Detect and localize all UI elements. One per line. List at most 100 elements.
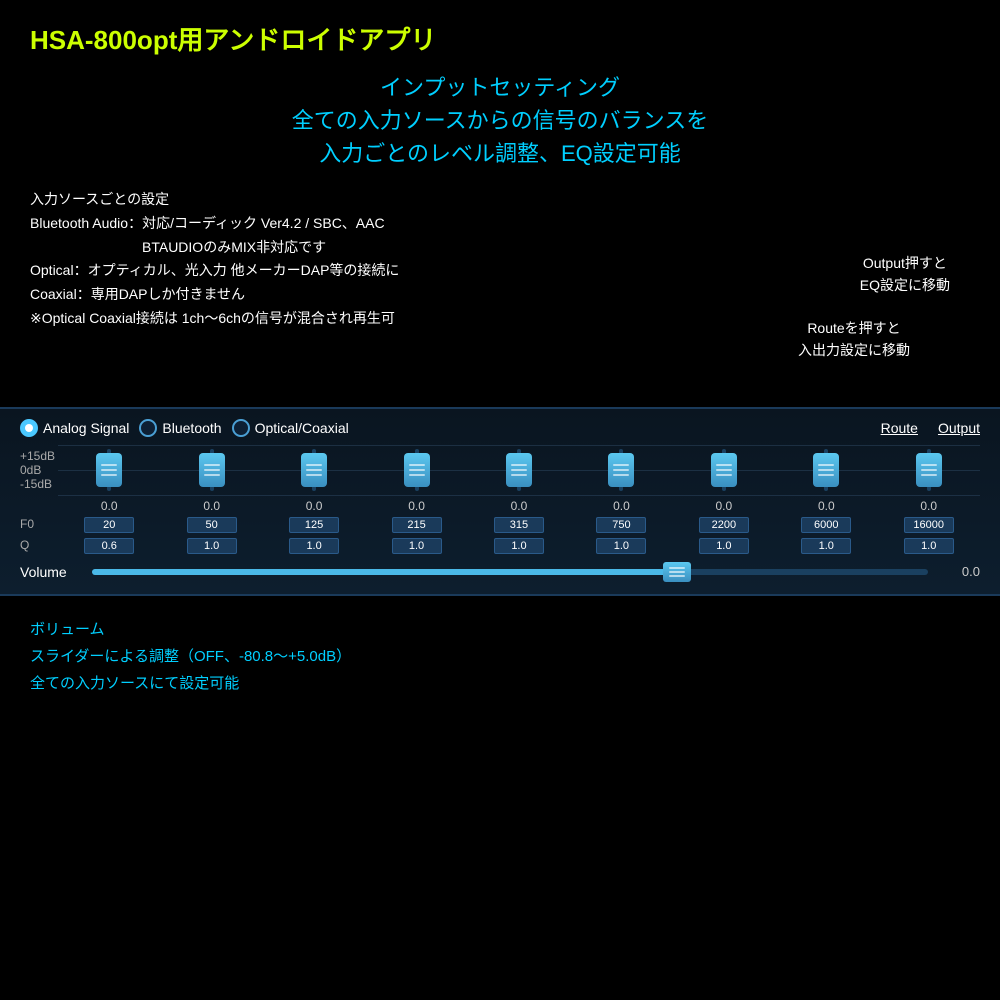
thumb-line [511, 474, 527, 476]
thumb-line [409, 469, 425, 471]
thumb-line [204, 469, 220, 471]
freq-row-label: F0 [20, 517, 58, 531]
slider-track-6 [619, 449, 623, 491]
radio-bluetooth[interactable]: Bluetooth [139, 419, 221, 437]
subtitle-line1: インプットセッティング [30, 71, 970, 104]
footer-line3: 全ての入力ソースにて設定可能 [30, 670, 970, 697]
q-input-9[interactable] [904, 538, 954, 554]
freq-input-8[interactable] [801, 517, 851, 533]
slider-track-2 [210, 449, 214, 491]
thumb-line [921, 469, 937, 471]
slider-col-9 [878, 445, 980, 495]
q-input-6[interactable] [596, 538, 646, 554]
nav-buttons: Route Output [881, 420, 980, 436]
db-mid-label: 0dB [20, 463, 50, 477]
volume-row: Volume 0.0 [20, 564, 980, 580]
footer-line1: ボリューム [30, 616, 970, 643]
q-cell-2 [160, 536, 262, 554]
route-button[interactable]: Route [881, 420, 918, 436]
freq-input-4[interactable] [392, 517, 442, 533]
db-value-9: 0.0 [878, 499, 980, 513]
radio-circle-bluetooth [139, 419, 157, 437]
freq-input-1[interactable] [84, 517, 134, 533]
thumb-line [511, 464, 527, 466]
subtitle-line3: 入力ごとのレベル調整、EQ設定可能 [30, 137, 970, 170]
freq-input-9[interactable] [904, 517, 954, 533]
slider-thumb-9[interactable] [916, 453, 942, 487]
info-block: 入力ソースごとの設定 Bluetooth Audio：対応/コーディック Ver… [30, 188, 970, 331]
thumb-line [613, 474, 629, 476]
q-cell-3 [263, 536, 365, 554]
thumb-line [101, 464, 117, 466]
q-cell-7 [673, 536, 775, 554]
slider-thumb-8[interactable] [813, 453, 839, 487]
volume-thumb[interactable] [663, 562, 691, 582]
thumb-line [669, 571, 685, 573]
info-line4: Optical：オプティカル、光入力 他メーカーDAP等の接続に [30, 259, 970, 283]
notes-area: Output押すと EQ設定に移動 Routeを押すと 入出力設定に移動 [30, 337, 970, 397]
freq-cell-4 [365, 515, 467, 533]
volume-track [92, 569, 928, 575]
thumb-line [306, 464, 322, 466]
db-bot-label: -15dB [20, 477, 50, 491]
radio-analog-signal[interactable]: Analog Signal [20, 419, 129, 437]
info-line5: Coaxial：専用DAPしか付きません [30, 283, 970, 307]
slider-track-3 [312, 449, 316, 491]
freq-input-2[interactable] [187, 517, 237, 533]
subtitle-block: インプットセッティング 全ての入力ソースからの信号のバランスを 入力ごとのレベル… [30, 71, 970, 170]
slider-thumb-4[interactable] [404, 453, 430, 487]
freq-input-5[interactable] [494, 517, 544, 533]
slider-thumb-1[interactable] [96, 453, 122, 487]
thumb-line [306, 474, 322, 476]
mixer-panel: Analog Signal Bluetooth Optical/Coaxial … [0, 407, 1000, 596]
slider-col-4 [365, 445, 467, 495]
slider-thumb-5[interactable] [506, 453, 532, 487]
db-value-4: 0.0 [365, 499, 467, 513]
slider-track-7 [722, 449, 726, 491]
slider-thumb-7[interactable] [711, 453, 737, 487]
volume-value: 0.0 [940, 564, 980, 579]
q-cell-8 [775, 536, 877, 554]
thumb-line [818, 469, 834, 471]
q-input-1[interactable] [84, 538, 134, 554]
q-input-4[interactable] [392, 538, 442, 554]
db-value-5: 0.0 [468, 499, 570, 513]
q-cell-6 [570, 536, 672, 554]
q-input-3[interactable] [289, 538, 339, 554]
footer-line2: スライダーによる調整（OFF、-80.8〜+5.0dB） [30, 643, 970, 670]
slider-thumb-3[interactable] [301, 453, 327, 487]
q-input-5[interactable] [494, 538, 544, 554]
subtitle-line2: 全ての入力ソースからの信号のバランスを [30, 104, 970, 137]
q-cell-4 [365, 536, 467, 554]
freq-row: F0 [20, 515, 980, 533]
output-button[interactable]: Output [938, 420, 980, 436]
thumb-line [306, 469, 322, 471]
q-cell-1 [58, 536, 160, 554]
q-input-7[interactable] [699, 538, 749, 554]
q-input-8[interactable] [801, 538, 851, 554]
volume-label: Volume [20, 564, 80, 580]
q-input-2[interactable] [187, 538, 237, 554]
thumb-line [101, 474, 117, 476]
grid-line-bot [58, 495, 980, 496]
radio-label-optical: Optical/Coaxial [255, 420, 349, 436]
freq-cell-5 [468, 515, 570, 533]
thumb-line [716, 464, 732, 466]
db-value-7: 0.0 [673, 499, 775, 513]
radio-optical-coaxial[interactable]: Optical/Coaxial [232, 419, 349, 437]
radio-label-bluetooth: Bluetooth [162, 420, 221, 436]
freq-cell-9 [878, 515, 980, 533]
slider-thumb-6[interactable] [608, 453, 634, 487]
slider-track-5 [517, 449, 521, 491]
thumb-line [716, 469, 732, 471]
thumb-line [409, 464, 425, 466]
freq-input-3[interactable] [289, 517, 339, 533]
db-value-2: 0.0 [160, 499, 262, 513]
freq-input-6[interactable] [596, 517, 646, 533]
freq-input-7[interactable] [699, 517, 749, 533]
db-labels: +15dB 0dB -15dB [20, 445, 58, 495]
freq-cell-7 [673, 515, 775, 533]
thumb-line [613, 469, 629, 471]
slider-thumb-2[interactable] [199, 453, 225, 487]
thumb-line [511, 469, 527, 471]
